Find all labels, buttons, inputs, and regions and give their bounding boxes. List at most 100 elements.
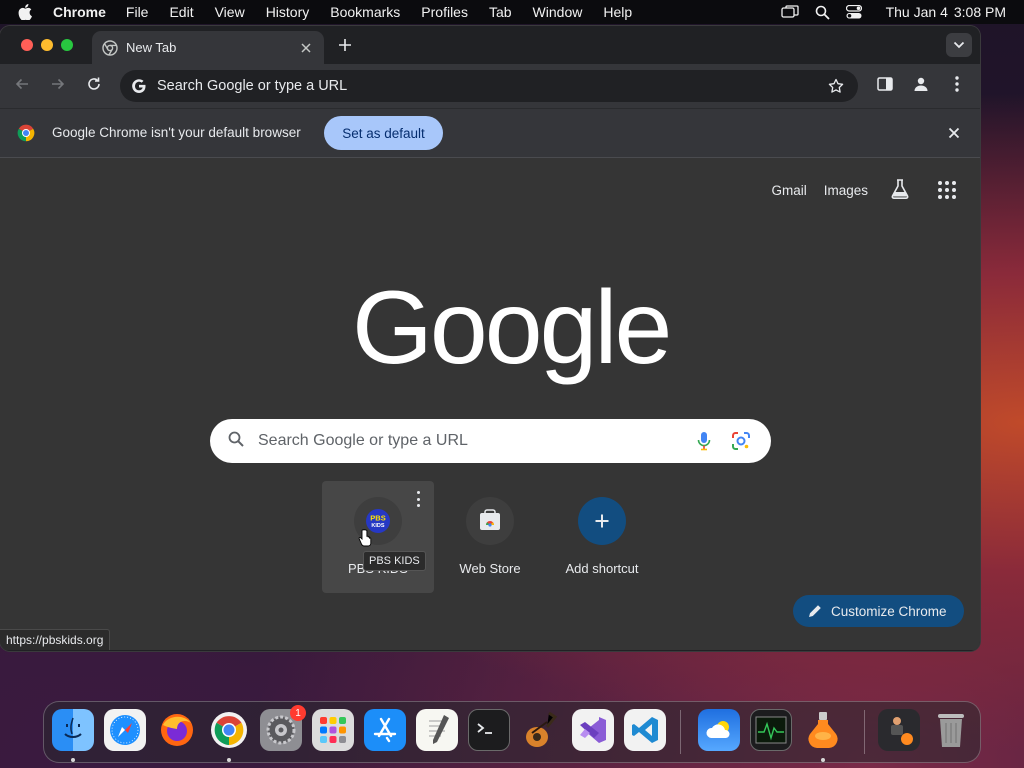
tab-new-tab[interactable]: New Tab <box>92 31 324 64</box>
finder-icon[interactable] <box>52 709 94 751</box>
infobar-message: Google Chrome isn't your default browser <box>52 125 301 140</box>
zoom-window-button[interactable] <box>61 39 73 51</box>
weather-icon[interactable] <box>698 709 740 751</box>
clock-date: Thu Jan 4 <box>885 4 948 20</box>
screen-mirroring-icon[interactable] <box>780 5 799 19</box>
reload-icon <box>86 76 102 97</box>
back-button[interactable] <box>11 75 33 97</box>
chrome-window: New Tab Search Google or type a URL Goog… <box>0 26 980 651</box>
menu-app-name[interactable]: Chrome <box>53 4 106 20</box>
terminal-icon[interactable] <box>468 709 510 751</box>
safari-icon[interactable] <box>104 709 146 751</box>
voice-search-mic-icon[interactable] <box>692 429 716 453</box>
web-store-icon-wrap <box>466 497 514 545</box>
firefox-icon[interactable] <box>156 709 198 751</box>
menu-history[interactable]: History <box>266 4 310 20</box>
status-bubble-url: https://pbskids.org <box>0 629 111 650</box>
tab-title: New Tab <box>126 40 177 55</box>
add-shortcut-icon-wrap <box>578 497 626 545</box>
launchpad-icon[interactable] <box>312 709 354 751</box>
menu-help[interactable]: Help <box>603 4 632 20</box>
shortcut-tile-web-store[interactable]: Web Store <box>434 481 546 593</box>
images-link[interactable]: Images <box>824 183 868 198</box>
garageband-icon[interactable] <box>520 709 562 751</box>
settings-notification-badge: 1 <box>290 705 306 721</box>
vscode-icon[interactable] <box>624 709 666 751</box>
tab-strip: New Tab <box>0 26 980 64</box>
menu-file[interactable]: File <box>126 4 149 20</box>
menu-edit[interactable]: Edit <box>169 4 193 20</box>
side-panel-icon <box>877 76 893 96</box>
address-bar-text: Search Google or type a URL <box>157 78 348 94</box>
app-store-icon[interactable] <box>364 709 406 751</box>
close-tab-icon[interactable] <box>298 40 314 56</box>
bookmark-star-icon[interactable] <box>826 76 846 96</box>
menu-view[interactable]: View <box>215 4 245 20</box>
shortcut-more-icon[interactable] <box>414 491 422 507</box>
chrome-menu-button[interactable] <box>946 75 968 97</box>
profile-button[interactable] <box>910 75 932 97</box>
shortcut-tile-add[interactable]: Add shortcut <box>546 481 658 593</box>
shortcut-tile-pbs-kids[interactable]: PBSKIDS PBS KIDS PBS KIDS <box>322 481 434 593</box>
textedit-icon[interactable] <box>416 709 458 751</box>
menu-profiles[interactable]: Profiles <box>421 4 468 20</box>
customize-chrome-button[interactable]: Customize Chrome <box>793 595 964 627</box>
tab-search-button[interactable] <box>946 33 972 57</box>
new-tab-page: Gmail Images Google Search Google or typ… <box>0 158 980 650</box>
spotlight-search-icon[interactable] <box>815 5 830 20</box>
hand-cursor-icon <box>358 529 372 547</box>
search-icon <box>228 431 244 452</box>
menu-bar-clock[interactable]: Thu Jan 4 3:08 PM <box>886 4 1006 20</box>
new-tab-button[interactable] <box>335 35 355 55</box>
chrome-favicon-icon <box>102 39 118 56</box>
system-settings-icon[interactable]: 1 <box>260 705 306 751</box>
forward-arrow-icon <box>50 76 66 97</box>
downloads-stack-icon[interactable] <box>878 709 920 751</box>
google-lens-icon[interactable] <box>729 429 753 453</box>
shortcuts-grid: PBSKIDS PBS KIDS PBS KIDS Web Store Add … <box>322 481 658 593</box>
macos-menu-bar: Chrome File Edit View History Bookmarks … <box>0 0 1024 24</box>
minimize-window-button[interactable] <box>41 39 53 51</box>
menu-tab[interactable]: Tab <box>489 4 512 20</box>
apple-menu-icon[interactable] <box>18 4 34 20</box>
menu-bookmarks[interactable]: Bookmarks <box>330 4 400 20</box>
chevron-down-icon <box>953 36 965 54</box>
control-center-icon[interactable] <box>845 5 862 19</box>
close-window-button[interactable] <box>21 39 33 51</box>
profile-avatar-icon <box>913 76 929 97</box>
browser-toolbar: Search Google or type a URL <box>0 64 980 108</box>
potion-icon[interactable] <box>802 709 844 751</box>
ntp-top-links: Gmail Images <box>771 178 980 202</box>
google-g-icon <box>130 77 148 95</box>
dock-separator <box>680 710 681 754</box>
plus-icon <box>595 514 609 528</box>
google-apps-grid-icon[interactable] <box>936 179 958 201</box>
close-infobar-icon[interactable] <box>945 124 963 142</box>
side-panel-button[interactable] <box>874 75 896 97</box>
forward-button[interactable] <box>47 75 69 97</box>
trash-icon[interactable] <box>930 709 972 751</box>
svg-text:PBS: PBS <box>370 514 385 523</box>
svg-text:KIDS: KIDS <box>371 523 384 529</box>
gmail-link[interactable]: Gmail <box>771 183 806 198</box>
macos-dock: 1 <box>43 701 981 763</box>
menu-window[interactable]: Window <box>533 4 583 20</box>
labs-flask-icon[interactable] <box>889 178 913 202</box>
visual-studio-icon[interactable] <box>572 709 614 751</box>
ntp-search-box[interactable]: Search Google or type a URL <box>210 419 771 463</box>
window-controls <box>21 39 73 51</box>
shortcut-tooltip: PBS KIDS <box>363 551 426 571</box>
chrome-dock-icon[interactable] <box>208 709 250 751</box>
set-as-default-button[interactable]: Set as default <box>324 116 443 150</box>
customize-chrome-label: Customize Chrome <box>831 603 947 619</box>
address-bar[interactable]: Search Google or type a URL <box>120 70 858 102</box>
web-store-icon <box>480 509 500 530</box>
activity-monitor-icon[interactable] <box>750 709 792 751</box>
chrome-running-dot <box>227 758 231 762</box>
reload-button[interactable] <box>83 75 105 97</box>
finder-running-dot <box>71 758 75 762</box>
google-logo: Google <box>352 270 672 386</box>
chrome-logo-icon <box>17 124 35 142</box>
back-arrow-icon <box>14 76 30 97</box>
shortcut-label-web-store: Web Store <box>459 561 521 576</box>
